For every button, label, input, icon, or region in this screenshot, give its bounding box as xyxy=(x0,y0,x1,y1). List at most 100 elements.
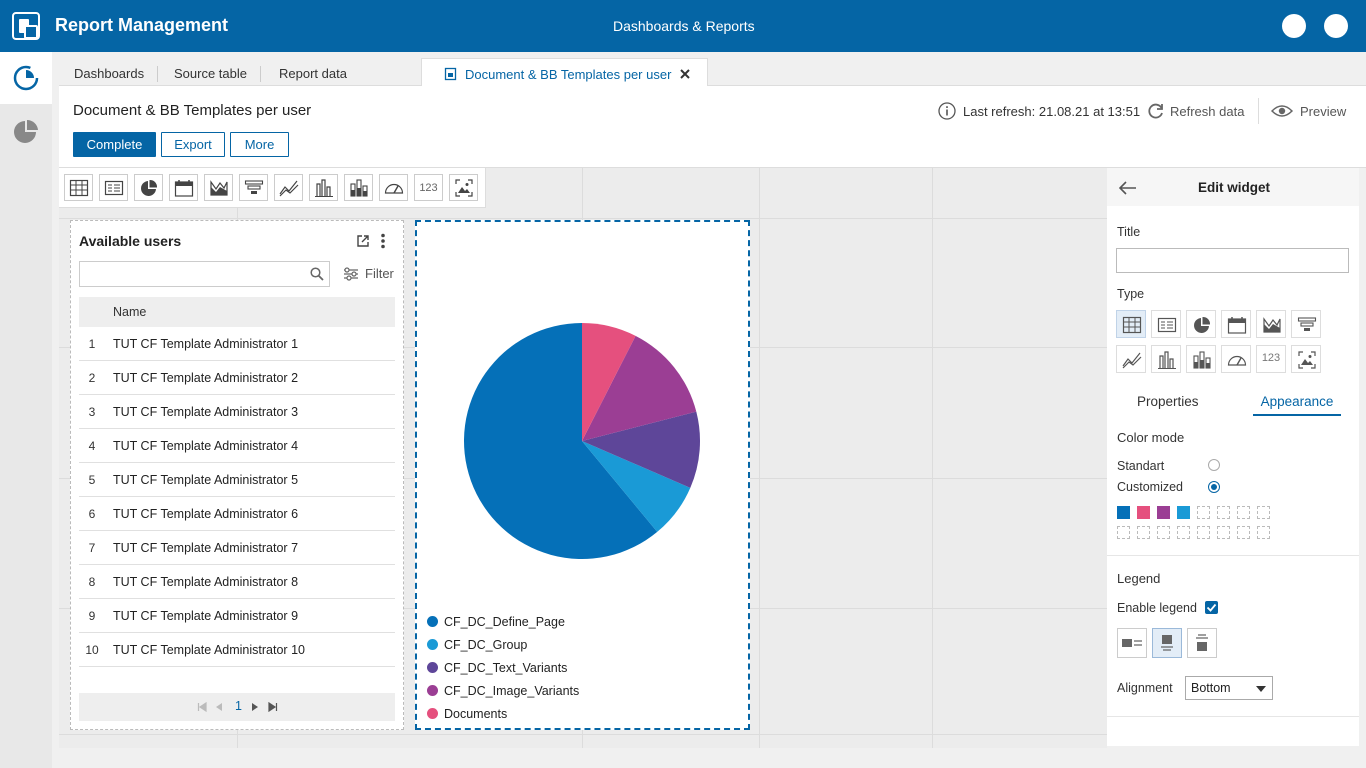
nav-reports[interactable] xyxy=(0,104,52,156)
complete-button[interactable]: Complete xyxy=(73,132,156,157)
color-swatch[interactable] xyxy=(1257,506,1270,519)
current-page[interactable]: 1 xyxy=(235,699,242,713)
tool-funnel[interactable] xyxy=(239,174,268,201)
more-button[interactable]: More xyxy=(230,132,289,157)
color-swatch[interactable] xyxy=(1217,526,1230,539)
last-page-icon[interactable] xyxy=(268,702,278,712)
type-bar[interactable] xyxy=(1151,345,1181,373)
table-row[interactable]: 2 TUT CF Template Administrator 2 xyxy=(79,361,395,395)
close-icon[interactable] xyxy=(679,68,691,80)
refresh-data-button[interactable]: Refresh data xyxy=(1170,104,1244,119)
tool-image[interactable] xyxy=(449,174,478,201)
tab-dashboards[interactable]: Dashboards xyxy=(74,60,159,86)
color-swatch[interactable] xyxy=(1237,506,1250,519)
type-gauge[interactable] xyxy=(1221,345,1251,373)
tool-line[interactable] xyxy=(274,174,303,201)
legend-item[interactable]: CF_DC_Group xyxy=(427,638,527,652)
back-arrow-icon[interactable] xyxy=(1119,181,1137,195)
open-external-icon[interactable] xyxy=(356,234,370,248)
nav-dashboards[interactable] xyxy=(0,52,52,104)
color-swatch[interactable] xyxy=(1117,526,1130,539)
tab-appearance[interactable]: Appearance xyxy=(1253,394,1341,416)
tab-source-table[interactable]: Source table xyxy=(174,60,261,86)
standart-radio[interactable] xyxy=(1208,459,1220,471)
table-row[interactable]: 10 TUT CF Template Administrator 10 xyxy=(79,633,395,667)
prev-page-icon[interactable] xyxy=(214,702,224,712)
legend-position-right[interactable] xyxy=(1117,628,1147,658)
type-image[interactable] xyxy=(1291,345,1321,373)
type-area[interactable] xyxy=(1256,310,1286,338)
type-number[interactable]: 123 xyxy=(1256,345,1286,373)
color-swatch[interactable] xyxy=(1197,526,1210,539)
table-row[interactable]: 6 TUT CF Template Administrator 6 xyxy=(79,497,395,531)
color-swatch[interactable] xyxy=(1177,526,1190,539)
dashboard-canvas: 123 Available users Filter Name 1 TUT CF … xyxy=(59,168,1107,748)
table-row[interactable]: 7 TUT CF Template Administrator 7 xyxy=(79,531,395,565)
title-input[interactable] xyxy=(1116,248,1349,273)
legend-position-top[interactable] xyxy=(1187,628,1217,658)
color-swatch[interactable] xyxy=(1217,506,1230,519)
legend-top-icon xyxy=(1196,634,1208,651)
pie-chart-widget[interactable]: CF_DC_Define_Page CF_DC_Group CF_DC_Text_V… xyxy=(415,220,750,730)
type-line[interactable] xyxy=(1116,345,1146,373)
type-calendar[interactable] xyxy=(1221,310,1251,338)
notifications-avatar[interactable] xyxy=(1324,14,1348,38)
type-funnel[interactable] xyxy=(1291,310,1321,338)
tab-document-templates[interactable]: Document & BB Templates per user xyxy=(421,58,708,88)
legend-item[interactable]: CF_DC_Image_Variants xyxy=(427,684,579,698)
color-swatch[interactable] xyxy=(1197,506,1210,519)
table-row[interactable]: 4 TUT CF Template Administrator 4 xyxy=(79,429,395,463)
legend-item[interactable]: CF_DC_Text_Variants xyxy=(427,661,567,675)
enable-legend-checkbox[interactable] xyxy=(1205,601,1218,614)
more-options-icon[interactable] xyxy=(380,233,386,249)
table-row[interactable]: 8 TUT CF Template Administrator 8 xyxy=(79,565,395,599)
type-stacked-bar[interactable] xyxy=(1186,345,1216,373)
search-input[interactable] xyxy=(79,261,330,287)
color-swatch[interactable] xyxy=(1177,506,1190,519)
first-page-icon[interactable] xyxy=(197,702,207,712)
app-logo-icon[interactable] xyxy=(12,12,40,40)
legend-position-bottom[interactable] xyxy=(1152,628,1182,658)
table-row[interactable]: 9 TUT CF Template Administrator 9 xyxy=(79,599,395,633)
type-table[interactable] xyxy=(1116,310,1146,338)
color-swatch[interactable] xyxy=(1117,506,1130,519)
next-page-icon[interactable] xyxy=(250,702,260,712)
color-swatch[interactable] xyxy=(1137,526,1150,539)
preview-button[interactable]: Preview xyxy=(1300,104,1346,119)
type-pie[interactable] xyxy=(1186,310,1216,338)
filter-sliders-icon[interactable] xyxy=(343,267,359,281)
tool-calendar[interactable] xyxy=(169,174,198,201)
tool-table[interactable] xyxy=(64,174,93,201)
alignment-select[interactable]: Bottom xyxy=(1185,676,1273,700)
export-button[interactable]: Export xyxy=(161,132,225,157)
row-name: TUT CF Template Administrator 10 xyxy=(113,643,305,657)
legend-item[interactable]: Documents xyxy=(427,707,507,721)
tab-report-data[interactable]: Report data xyxy=(279,60,347,86)
tool-number[interactable]: 123 xyxy=(414,174,443,201)
legend-item[interactable]: CF_DC_Define_Page xyxy=(427,615,565,629)
row-number: 3 xyxy=(88,405,96,419)
users-widget[interactable]: Available users Filter Name 1 TUT CF Temp… xyxy=(70,220,404,730)
refresh-icon[interactable] xyxy=(1147,102,1165,120)
tab-properties[interactable]: Properties xyxy=(1137,394,1199,409)
eye-icon[interactable] xyxy=(1271,103,1293,119)
customized-radio[interactable] xyxy=(1208,481,1220,493)
tool-list[interactable] xyxy=(99,174,128,201)
table-row[interactable]: 1 TUT CF Template Administrator 1 xyxy=(79,327,395,361)
filter-button[interactable]: Filter xyxy=(365,266,394,281)
tool-bar[interactable] xyxy=(309,174,338,201)
color-swatch[interactable] xyxy=(1237,526,1250,539)
color-swatch[interactable] xyxy=(1257,526,1270,539)
user-avatar[interactable] xyxy=(1282,14,1306,38)
color-swatch[interactable] xyxy=(1157,506,1170,519)
tool-pie[interactable] xyxy=(134,174,163,201)
legend-label: CF_DC_Group xyxy=(444,638,528,652)
table-row[interactable]: 3 TUT CF Template Administrator 3 xyxy=(79,395,395,429)
table-row[interactable]: 5 TUT CF Template Administrator 5 xyxy=(79,463,395,497)
color-swatch[interactable] xyxy=(1137,506,1150,519)
tool-gauge[interactable] xyxy=(379,174,408,201)
tool-area[interactable] xyxy=(204,174,233,201)
tool-stacked-bar[interactable] xyxy=(344,174,373,201)
color-swatch[interactable] xyxy=(1157,526,1170,539)
type-list[interactable] xyxy=(1151,310,1181,338)
